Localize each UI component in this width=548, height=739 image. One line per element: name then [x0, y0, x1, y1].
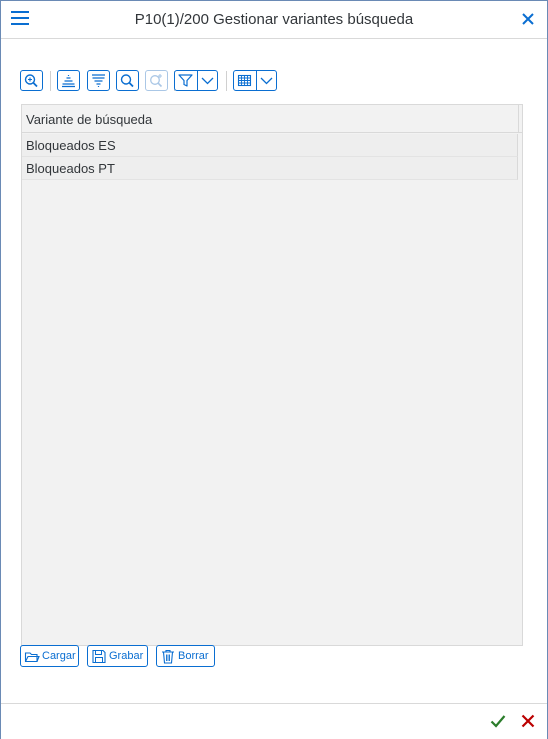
dialog-footer	[1, 703, 547, 739]
save-button[interactable]: Grabar	[87, 645, 148, 667]
hamburger-menu-icon[interactable]	[11, 11, 29, 27]
table-grid-icon	[237, 74, 252, 87]
table-cell: Bloqueados ES	[26, 138, 116, 153]
split-divider	[256, 71, 257, 90]
open-folder-icon	[24, 652, 40, 663]
table-rows: Bloqueados ES Bloqueados PT	[22, 134, 518, 180]
find-next-button[interactable]	[145, 70, 168, 91]
window-title: P10(1)/200 Gestionar variantes búsqueda	[134, 11, 414, 28]
chevron-down-icon	[201, 77, 214, 85]
chevron-down-icon	[260, 77, 273, 85]
trash-icon	[162, 649, 174, 664]
cancel-x-icon[interactable]	[519, 712, 537, 730]
save-button-label: Grabar	[109, 650, 144, 662]
split-divider	[197, 71, 198, 90]
checkmark-icon[interactable]	[489, 712, 507, 730]
variants-table: Variante de búsqueda Bloqueados ES Bloqu…	[21, 104, 523, 646]
filter-button[interactable]	[174, 70, 218, 91]
sort-descending-icon	[92, 74, 105, 87]
details-zoom-button[interactable]	[20, 70, 43, 91]
load-button-label: Cargar	[42, 650, 76, 662]
column-header-filler	[519, 105, 522, 133]
delete-button[interactable]: Borrar	[156, 645, 215, 667]
table-row[interactable]: Bloqueados ES	[22, 134, 518, 157]
zoom-details-icon	[24, 74, 38, 88]
toolbar-separator	[50, 71, 51, 91]
layout-button[interactable]	[233, 70, 277, 91]
column-header-label: Variante de búsqueda	[26, 112, 153, 127]
filter-icon	[178, 74, 193, 87]
close-icon[interactable]	[519, 8, 537, 30]
dialog-window: P10(1)/200 Gestionar variantes búsqueda	[0, 0, 548, 739]
sort-descending-button[interactable]	[87, 70, 110, 91]
sort-ascending-icon	[62, 75, 75, 88]
toolbar-separator	[226, 71, 227, 91]
delete-button-label: Borrar	[178, 650, 209, 662]
load-button[interactable]: Cargar	[20, 645, 79, 667]
sort-ascending-button[interactable]	[57, 70, 80, 91]
search-next-icon	[150, 74, 163, 88]
title-bar: P10(1)/200 Gestionar variantes búsqueda	[1, 1, 547, 39]
column-header[interactable]: Variante de búsqueda	[22, 105, 519, 133]
find-button[interactable]	[116, 70, 139, 91]
save-disk-icon	[92, 649, 106, 664]
search-icon	[120, 74, 134, 88]
table-row[interactable]: Bloqueados PT	[22, 157, 518, 180]
table-cell: Bloqueados PT	[26, 161, 115, 176]
